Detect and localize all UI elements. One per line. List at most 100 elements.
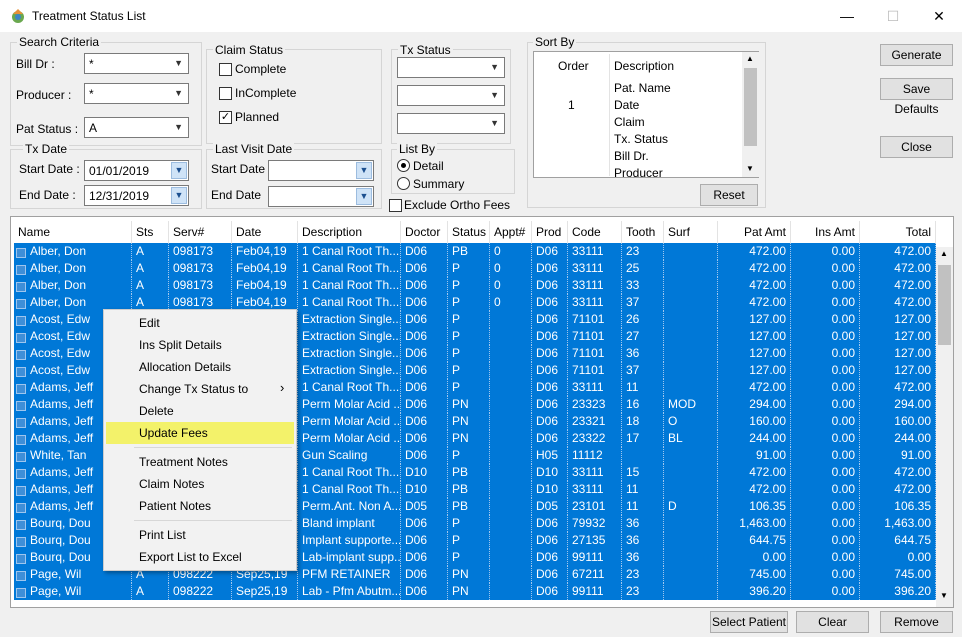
scroll-up-icon[interactable]: ▲	[746, 54, 754, 63]
row-select-box[interactable]	[16, 265, 26, 275]
row-select-box[interactable]	[16, 384, 26, 394]
table-row[interactable]: Page, Wil A 098222 Sep25,19 Lab - Pfm Abutm.…	[14, 583, 936, 600]
col-header-name[interactable]: Name	[14, 221, 132, 243]
window-title: Treatment Status List	[32, 9, 146, 23]
row-select-box[interactable]	[16, 486, 26, 496]
row-select-box[interactable]	[16, 435, 26, 445]
table-row[interactable]: Alber, Don A 098173 Feb04,19 1 Canal Root Th…	[14, 277, 936, 294]
tx-end-date-picker[interactable]: 12/31/2019 ▼	[84, 185, 189, 206]
sort-row[interactable]: Bill Dr.	[534, 148, 742, 165]
row-select-box[interactable]	[16, 350, 26, 360]
col-header-date[interactable]: Date	[232, 221, 298, 243]
scroll-thumb[interactable]	[744, 68, 757, 146]
menu-item-change-tx-status[interactable]: Change Tx Status to	[106, 378, 294, 400]
scroll-down-icon[interactable]: ▼	[940, 591, 948, 600]
row-select-box[interactable]	[16, 537, 26, 547]
select-patient-button[interactable]: Select Patient	[710, 611, 788, 633]
col-header-status[interactable]: Status	[448, 221, 490, 243]
scroll-down-icon[interactable]: ▼	[746, 164, 754, 173]
cell-prod: D10	[532, 464, 568, 481]
grid-scrollbar[interactable]: ▲ ▼	[936, 247, 953, 607]
save-defaults-button[interactable]: Save Defaults	[880, 78, 953, 116]
col-header-code[interactable]: Code	[568, 221, 622, 243]
col-header-appt[interactable]: Appt#	[490, 221, 532, 243]
menu-item-ins-split-details[interactable]: Ins Split Details	[106, 334, 294, 356]
chevron-down-icon[interactable]: ▼	[356, 162, 372, 179]
chevron-down-icon[interactable]: ▼	[356, 188, 372, 205]
col-header-ins-amt[interactable]: Ins Amt	[791, 221, 860, 243]
remove-button[interactable]: Remove	[880, 611, 953, 633]
tx-start-date-picker[interactable]: 01/01/2019 ▼	[84, 160, 189, 181]
menu-item-patient-notes[interactable]: Patient Notes	[106, 495, 294, 517]
menu-item-edit[interactable]: Edit	[106, 312, 294, 334]
row-select-box[interactable]	[16, 418, 26, 428]
exclude-ortho-checkbox[interactable]	[389, 199, 402, 212]
tx-status-select-2[interactable]: ▼	[397, 85, 505, 106]
producer-select[interactable]: * ▼	[84, 83, 189, 104]
row-select-box[interactable]	[16, 452, 26, 462]
chevron-down-icon[interactable]: ▼	[171, 187, 187, 204]
row-select-box[interactable]	[16, 571, 26, 581]
col-header-total[interactable]: Total	[860, 221, 936, 243]
row-select-box[interactable]	[16, 401, 26, 411]
bill-dr-select[interactable]: * ▼	[84, 53, 189, 74]
col-header-prod[interactable]: Prod	[532, 221, 568, 243]
menu-item-export-excel[interactable]: Export List to Excel	[106, 546, 294, 568]
chevron-down-icon[interactable]: ▼	[171, 162, 187, 179]
sort-row[interactable]: 1 Date	[534, 97, 742, 114]
menu-item-claim-notes[interactable]: Claim Notes	[106, 473, 294, 495]
sort-row[interactable]: Tx. Status	[534, 131, 742, 148]
close-window-button[interactable]: ✕	[916, 0, 962, 32]
cell-status: P	[448, 328, 490, 345]
table-row[interactable]: Alber, Don A 098173 Feb04,19 1 Canal Root Th…	[14, 260, 936, 277]
menu-item-delete[interactable]: Delete	[106, 400, 294, 422]
cell-appt: 0	[490, 260, 532, 277]
row-select-box[interactable]	[16, 367, 26, 377]
menu-item-print-list[interactable]: Print List	[106, 524, 294, 546]
row-select-box[interactable]	[16, 588, 26, 598]
reset-button[interactable]: Reset	[700, 184, 758, 206]
col-header-tooth[interactable]: Tooth	[622, 221, 664, 243]
table-row[interactable]: Alber, Don A 098173 Feb04,19 1 Canal Root Th…	[14, 243, 936, 260]
col-header-sts[interactable]: Sts	[132, 221, 169, 243]
pat-status-select[interactable]: A ▼	[84, 117, 189, 138]
row-select-box[interactable]	[16, 469, 26, 479]
last-visit-end-picker[interactable]: ▼	[268, 186, 374, 207]
generate-button[interactable]: Generate	[880, 44, 953, 66]
menu-item-allocation-details[interactable]: Allocation Details	[106, 356, 294, 378]
complete-checkbox[interactable]	[219, 63, 232, 76]
incomplete-checkbox[interactable]	[219, 87, 232, 100]
detail-radio[interactable]	[397, 159, 410, 172]
close-button[interactable]: Close	[880, 136, 953, 158]
sort-row[interactable]: Claim	[534, 114, 742, 131]
planned-checkbox[interactable]: ✓	[219, 111, 232, 124]
row-select-box[interactable]	[16, 299, 26, 309]
tx-status-select-3[interactable]: ▼	[397, 113, 505, 134]
sort-by-list[interactable]: Order Description Pat. Name 1 Date Claim …	[533, 51, 759, 179]
menu-item-update-fees[interactable]: Update Fees	[106, 422, 294, 444]
tx-status-select-1[interactable]: ▼	[397, 57, 505, 78]
minimize-button[interactable]: —	[824, 0, 870, 32]
col-header-description[interactable]: Description	[298, 221, 401, 243]
row-select-box[interactable]	[16, 248, 26, 258]
sort-row[interactable]: Pat. Name	[534, 80, 742, 97]
last-visit-start-picker[interactable]: ▼	[268, 160, 374, 181]
col-header-serv[interactable]: Serv#	[169, 221, 232, 243]
scroll-up-icon[interactable]: ▲	[940, 249, 948, 258]
sort-scrollbar[interactable]: ▲ ▼	[742, 52, 759, 177]
maximize-button[interactable]: ☐	[870, 0, 916, 32]
menu-item-treatment-notes[interactable]: Treatment Notes	[106, 451, 294, 473]
col-header-pat-amt[interactable]: Pat Amt	[718, 221, 791, 243]
clear-button[interactable]: Clear	[796, 611, 869, 633]
col-header-doctor[interactable]: Doctor	[401, 221, 448, 243]
row-select-box[interactable]	[16, 282, 26, 292]
summary-radio[interactable]	[397, 177, 410, 190]
row-select-box[interactable]	[16, 554, 26, 564]
col-header-surf[interactable]: Surf	[664, 221, 718, 243]
row-select-box[interactable]	[16, 333, 26, 343]
sort-row[interactable]: Producer	[534, 165, 742, 179]
row-select-box[interactable]	[16, 503, 26, 513]
scroll-thumb[interactable]	[938, 265, 951, 345]
row-select-box[interactable]	[16, 316, 26, 326]
row-select-box[interactable]	[16, 520, 26, 530]
